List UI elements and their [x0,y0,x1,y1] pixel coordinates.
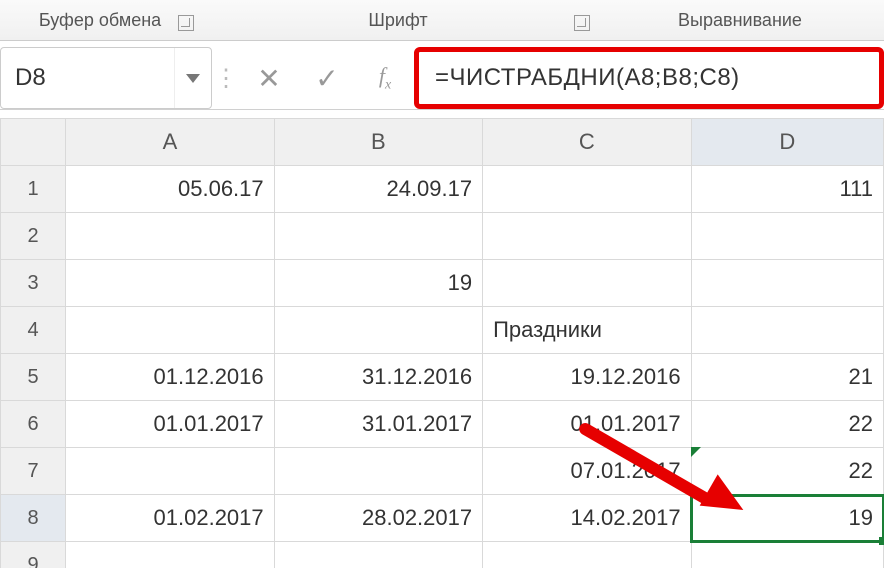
col-header-B[interactable]: B [274,119,482,166]
ribbon-group-font: Шрифт [200,4,596,37]
row-header[interactable]: 5 [1,354,66,401]
formula-value: =ЧИСТРАБДНИ(A8;B8;C8) [435,64,740,92]
cell-A8[interactable]: 01.02.2017 [66,495,274,542]
cell-D5[interactable]: 21 [691,354,883,401]
cell-C1[interactable] [483,166,691,213]
formula-input[interactable]: =ЧИСТРАБДНИ(A8;B8;C8) [414,47,884,109]
cell-B3[interactable]: 19 [274,260,482,307]
insert-function-button[interactable]: fx [356,47,414,109]
cell-A1[interactable]: 05.06.17 [66,166,274,213]
row-header[interactable]: 1 [1,166,66,213]
row-header[interactable]: 8 [1,495,66,542]
cancel-formula-button[interactable]: ✕ [240,47,298,109]
name-box-dropdown[interactable] [174,48,211,108]
cell-D2[interactable] [691,213,883,260]
dialog-launcher-icon[interactable] [178,15,194,31]
row-header[interactable]: 4 [1,307,66,354]
cell-D1[interactable]: 111 [691,166,883,213]
cell-C5[interactable]: 19.12.2016 [483,354,691,401]
separator: ⋮ [212,47,240,109]
chevron-down-icon [186,74,200,83]
ribbon-group-label: Шрифт [368,10,427,30]
cell-A2[interactable] [66,213,274,260]
cell-A9[interactable] [66,542,274,568]
cell-B5[interactable]: 31.12.2016 [274,354,482,401]
cell-D6[interactable]: 22 [691,401,883,448]
accept-formula-button[interactable]: ✓ [298,47,356,109]
cell-A3[interactable] [66,260,274,307]
cell-B1[interactable]: 24.09.17 [274,166,482,213]
name-box-value[interactable]: D8 [1,64,174,92]
cell-D9[interactable] [691,542,883,568]
row-header[interactable]: 9 [1,542,66,568]
cell-B4[interactable] [274,307,482,354]
cell-A5[interactable]: 01.12.2016 [66,354,274,401]
ribbon-group-label: Буфер обмена [39,10,161,30]
row-header[interactable]: 6 [1,401,66,448]
cell-B8[interactable]: 28.02.2017 [274,495,482,542]
name-box[interactable]: D8 [0,47,212,109]
cell-D8[interactable]: 19 [691,495,883,542]
col-header-A[interactable]: A [66,119,274,166]
dialog-launcher-icon[interactable] [574,15,590,31]
ribbon-group-labels: Буфер обмена Шрифт Выравнивание [0,0,884,41]
fx-icon: fx [379,63,391,93]
row-header[interactable]: 3 [1,260,66,307]
cell-C4[interactable]: Праздники [483,307,691,354]
formula-bar-row: D8 ⋮ ✕ ✓ fx =ЧИСТРАБДНИ(A8;B8;C8) [0,47,884,110]
cell-B6[interactable]: 31.01.2017 [274,401,482,448]
row-header[interactable]: 2 [1,213,66,260]
ribbon-group-alignment: Выравнивание [596,4,884,37]
cell-A7[interactable] [66,448,274,495]
cell-C2[interactable] [483,213,691,260]
cell-D3[interactable] [691,260,883,307]
cell-D4[interactable] [691,307,883,354]
ribbon-group-label: Выравнивание [678,10,802,30]
ribbon-group-clipboard: Буфер обмена [0,4,200,37]
cell-C8[interactable]: 14.02.2017 [483,495,691,542]
col-header-D[interactable]: D [691,119,883,166]
cell-C7[interactable]: 07.01.2017 [483,448,691,495]
cell-C6[interactable]: 01.01.2017 [483,401,691,448]
spreadsheet-grid[interactable]: A B C D 105.06.1724.09.17 111 23 19 4 Праздни… [0,118,884,568]
cell-A4[interactable] [66,307,274,354]
cell-B9[interactable] [274,542,482,568]
cell-C9[interactable] [483,542,691,568]
cell-D7[interactable]: 22 [691,448,883,495]
select-all-corner[interactable] [1,119,66,166]
col-header-C[interactable]: C [483,119,691,166]
cell-B7[interactable] [274,448,482,495]
row-header[interactable]: 7 [1,448,66,495]
cell-A6[interactable]: 01.01.2017 [66,401,274,448]
cell-B2[interactable] [274,213,482,260]
cell-C3[interactable] [483,260,691,307]
